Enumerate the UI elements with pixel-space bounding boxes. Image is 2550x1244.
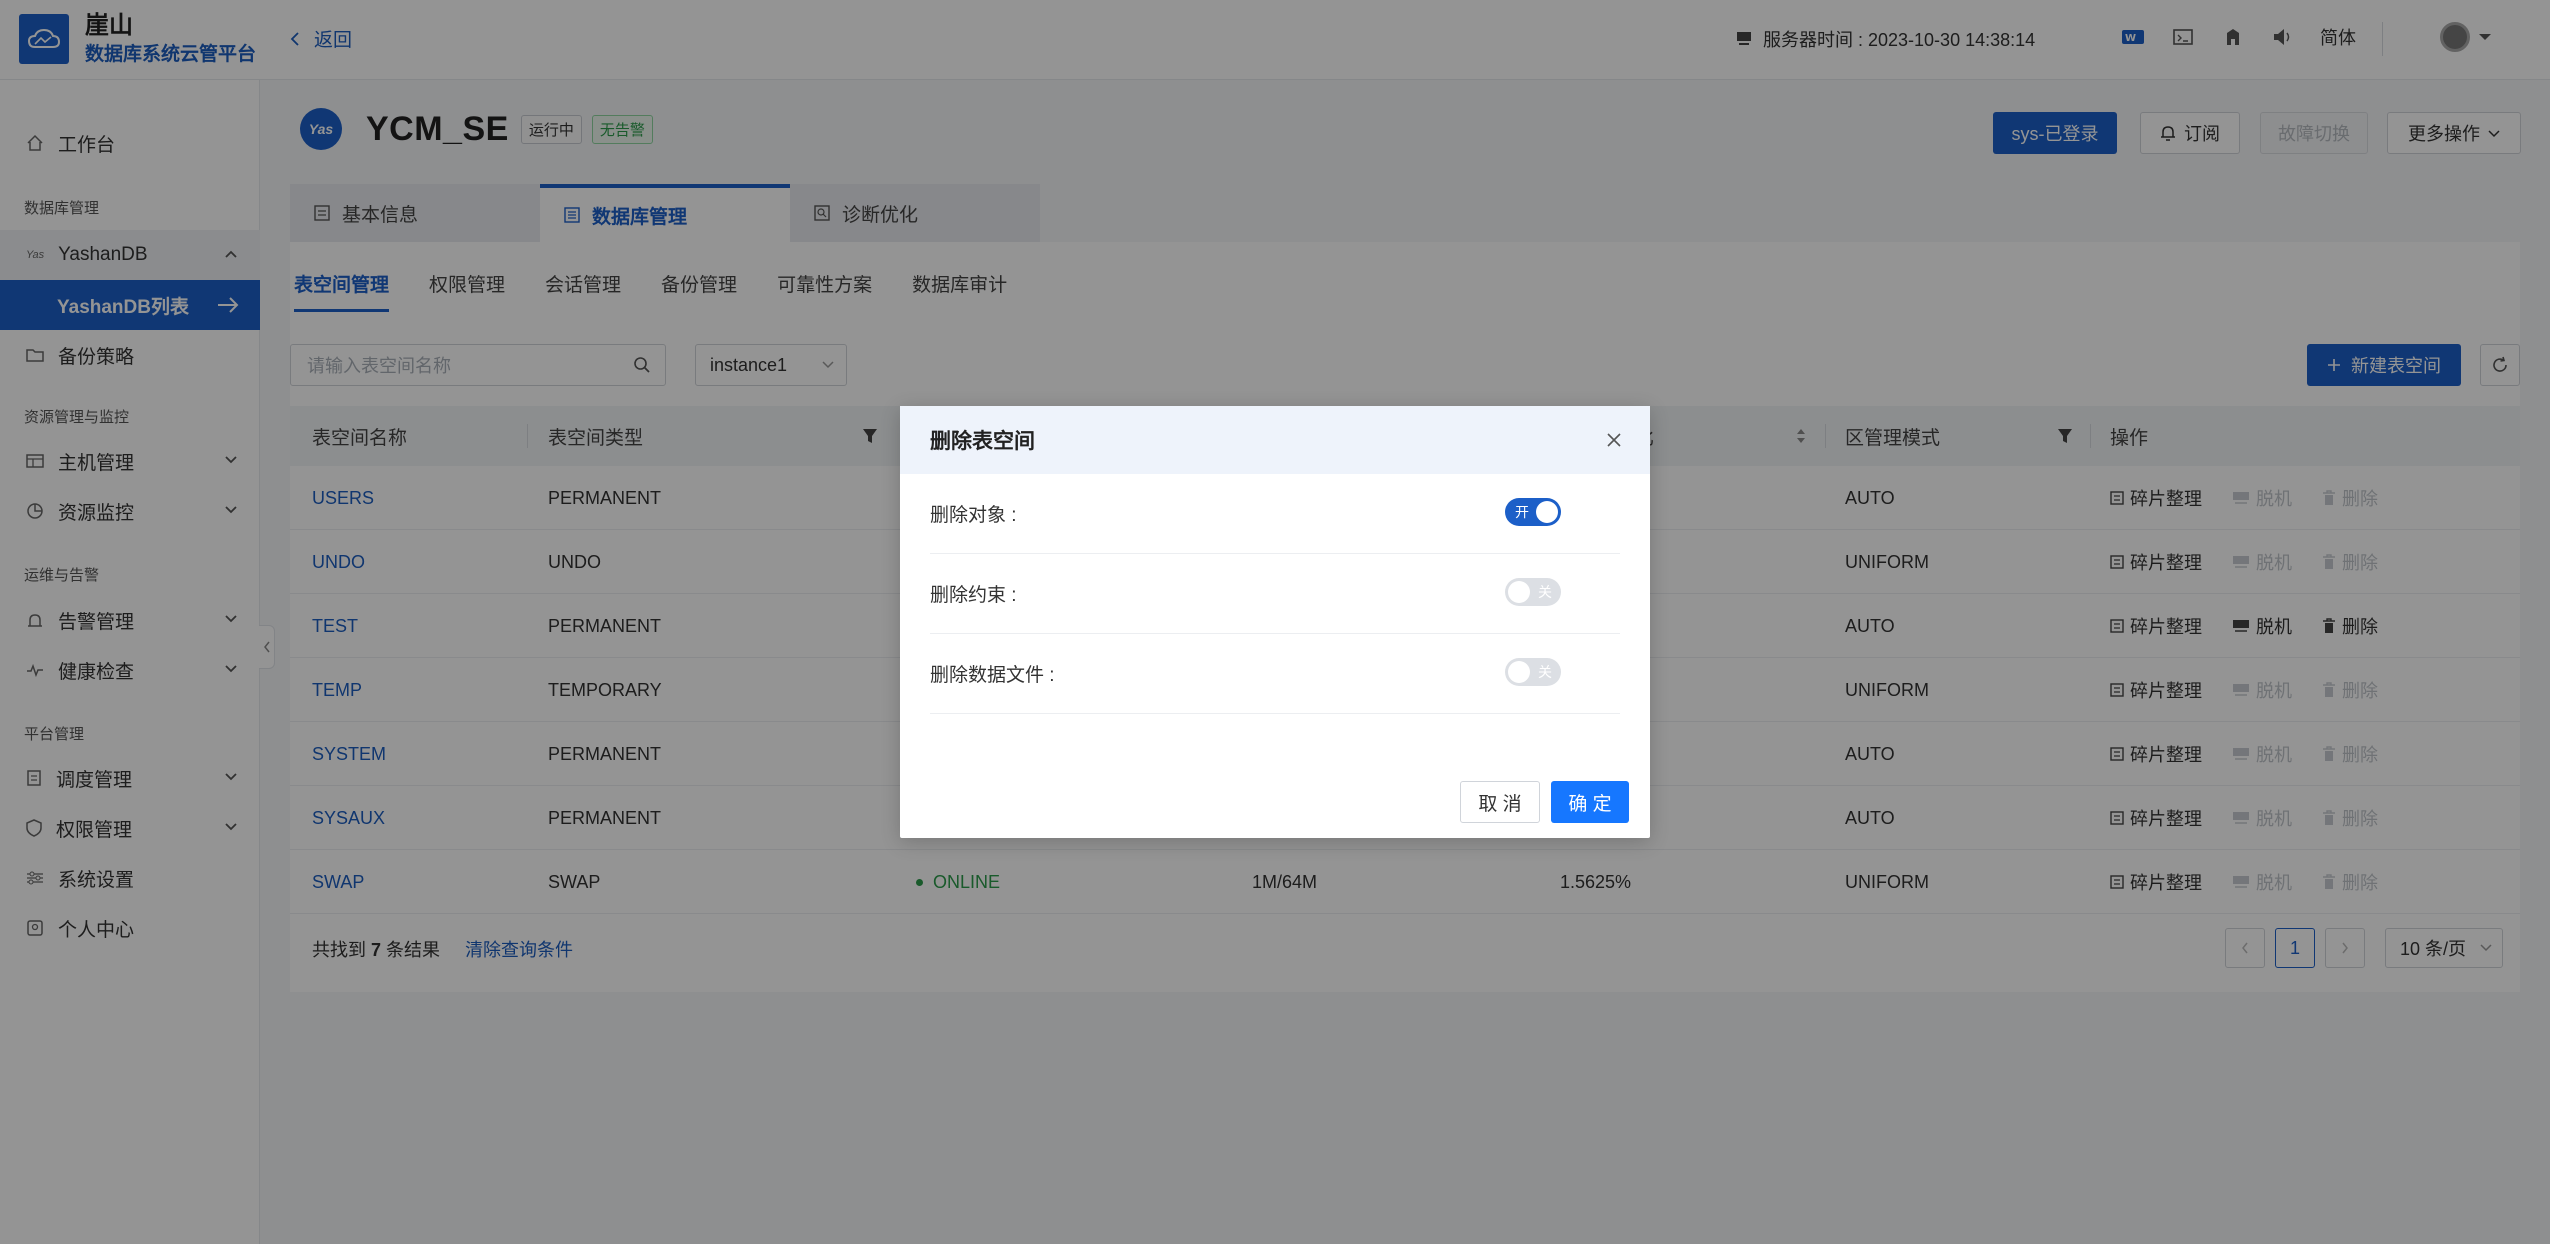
dialog-title: 删除表空间	[930, 430, 1035, 453]
confirm-button[interactable]: 确 定	[1551, 781, 1629, 823]
toggle-state: 关	[1538, 664, 1552, 680]
toggle-knob	[1508, 661, 1530, 683]
option-label: 删除数据文件 :	[930, 665, 1055, 686]
toggle-state: 开	[1515, 504, 1529, 520]
delete-objects-toggle[interactable]: 开	[1505, 498, 1561, 526]
cancel-button[interactable]: 取 消	[1460, 781, 1540, 823]
option-delete-constraints: 删除约束 : 关	[930, 554, 1620, 634]
toggle-state: 关	[1538, 584, 1552, 600]
toggle-knob	[1508, 581, 1530, 603]
close-icon[interactable]	[1602, 428, 1626, 452]
toggle-knob	[1536, 501, 1558, 523]
delete-datafiles-toggle[interactable]: 关	[1505, 658, 1561, 686]
option-delete-objects: 删除对象 : 开	[930, 474, 1620, 554]
delete-constraints-toggle[interactable]: 关	[1505, 578, 1561, 606]
option-label: 删除约束 :	[930, 585, 1017, 606]
option-label: 删除对象 :	[930, 505, 1017, 526]
dialog-header: 删除表空间	[900, 406, 1650, 474]
option-delete-datafiles: 删除数据文件 : 关	[930, 634, 1620, 714]
delete-tablespace-dialog: 删除表空间 删除对象 : 开 删除约束 : 关 删除数据文件 : 关 取 消 确…	[900, 406, 1650, 838]
